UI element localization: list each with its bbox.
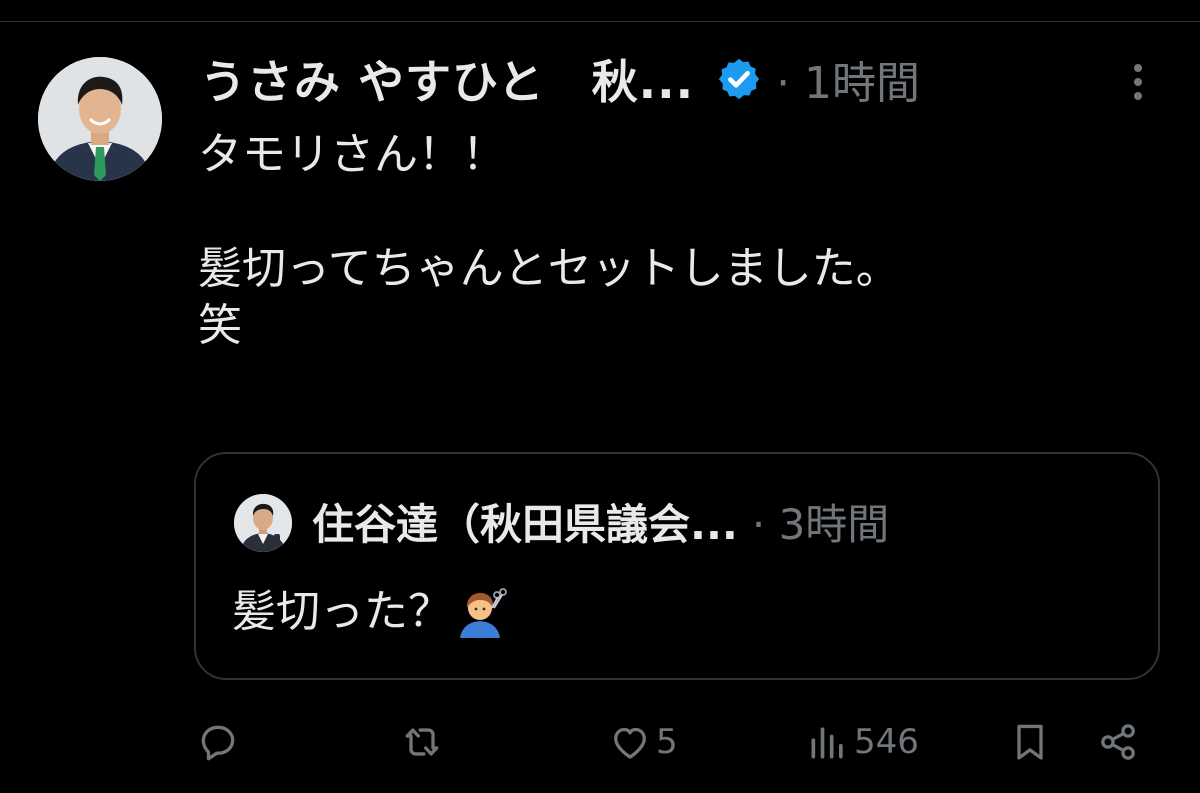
like-button[interactable]: 5	[608, 718, 678, 766]
views-icon	[811, 727, 843, 759]
retweet-button[interactable]	[400, 718, 448, 766]
quoted-tweet-time-text: 3時間	[778, 499, 890, 549]
like-count: 5	[656, 722, 678, 762]
more-options-icon[interactable]	[1124, 60, 1152, 104]
quoted-tweet-text-row: 髪切った？	[232, 584, 508, 640]
tweet-header: うさみ やすひと 秋... · 1時間	[200, 48, 920, 110]
haircut-emoji-icon	[456, 586, 508, 638]
quoted-tweet-text: 髪切った？	[232, 586, 452, 637]
quoted-author-avatar	[234, 494, 292, 552]
tweet-time-text: 1時間	[804, 58, 921, 109]
share-icon	[1101, 724, 1135, 760]
reply-button[interactable]	[196, 718, 244, 766]
top-divider	[0, 21, 1200, 22]
verified-badge-icon	[716, 56, 762, 102]
views-button[interactable]: 546	[806, 718, 919, 766]
author-avatar[interactable]	[38, 57, 162, 181]
author-avatar-image	[38, 57, 162, 181]
heart-icon	[614, 727, 646, 759]
tweet-text: タモリさん！！ 髪切ってちゃんとセットしました。 笑	[198, 129, 900, 351]
quoted-tweet-card[interactable]: 住谷達（秋田県議会... · 3時間 髪切った？	[194, 452, 1160, 680]
share-button[interactable]	[1096, 718, 1140, 766]
quoted-tweet-timestamp: · 3時間	[751, 499, 890, 549]
bookmark-button[interactable]	[1008, 718, 1052, 766]
author-display-name[interactable]: うさみ やすひと 秋...	[200, 46, 694, 112]
quoted-author-avatar-image	[234, 494, 292, 552]
tweet-timestamp[interactable]: · 1時間	[776, 47, 920, 111]
retweet-icon	[405, 728, 439, 756]
quoted-tweet-header: 住谷達（秋田県議会... · 3時間	[312, 490, 889, 552]
quoted-author-name: 住谷達（秋田県議会...	[312, 499, 738, 549]
tweet-action-bar: 5 546	[0, 706, 1200, 776]
bookmark-icon	[1017, 724, 1043, 760]
views-count: 546	[854, 722, 919, 762]
reply-icon	[201, 725, 235, 761]
